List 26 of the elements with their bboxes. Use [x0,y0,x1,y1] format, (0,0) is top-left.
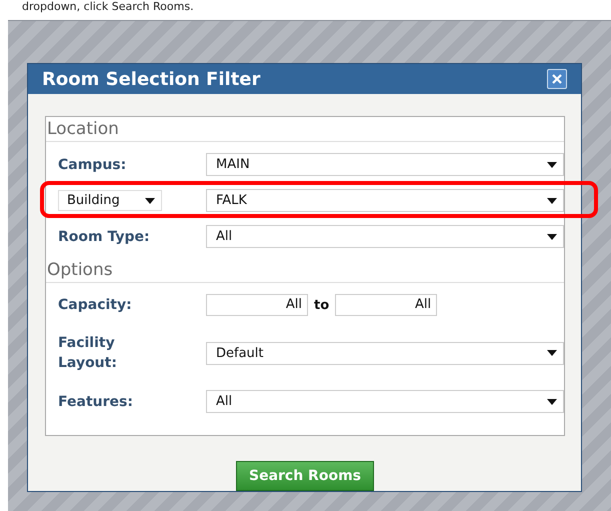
input-field[interactable]: All [335,294,438,316]
select-field[interactable]: MAIN [206,153,564,176]
caret-icon [547,398,557,404]
caret-icon [145,198,155,204]
section-legend: Location [46,119,564,142]
caret-icon [547,234,557,240]
input-field[interactable]: All [206,294,308,316]
caret-icon [547,350,557,356]
close-button[interactable] [547,69,567,89]
select-field[interactable]: All [206,390,564,413]
field-label: Room Type: [58,228,151,246]
select-field[interactable]: FALK [206,189,564,212]
field-type-dropdown[interactable]: Building [58,190,162,211]
caret-icon [547,198,557,204]
dialog-title: Room Selection Filter [42,68,260,90]
select-field[interactable]: All [206,225,564,248]
field-label: Campus: [58,156,128,174]
section-legend: Options [46,260,564,283]
field-label: Facility Layout: [58,334,118,373]
field-label: Capacity: [58,296,133,315]
select-field[interactable]: Default [206,342,564,364]
instruction-text: dropdown, click Search Rooms. [21,0,195,12]
range-separator: to [314,298,330,312]
caret-icon [547,162,557,168]
close-icon [552,74,562,84]
field-label: Features: [58,392,134,412]
